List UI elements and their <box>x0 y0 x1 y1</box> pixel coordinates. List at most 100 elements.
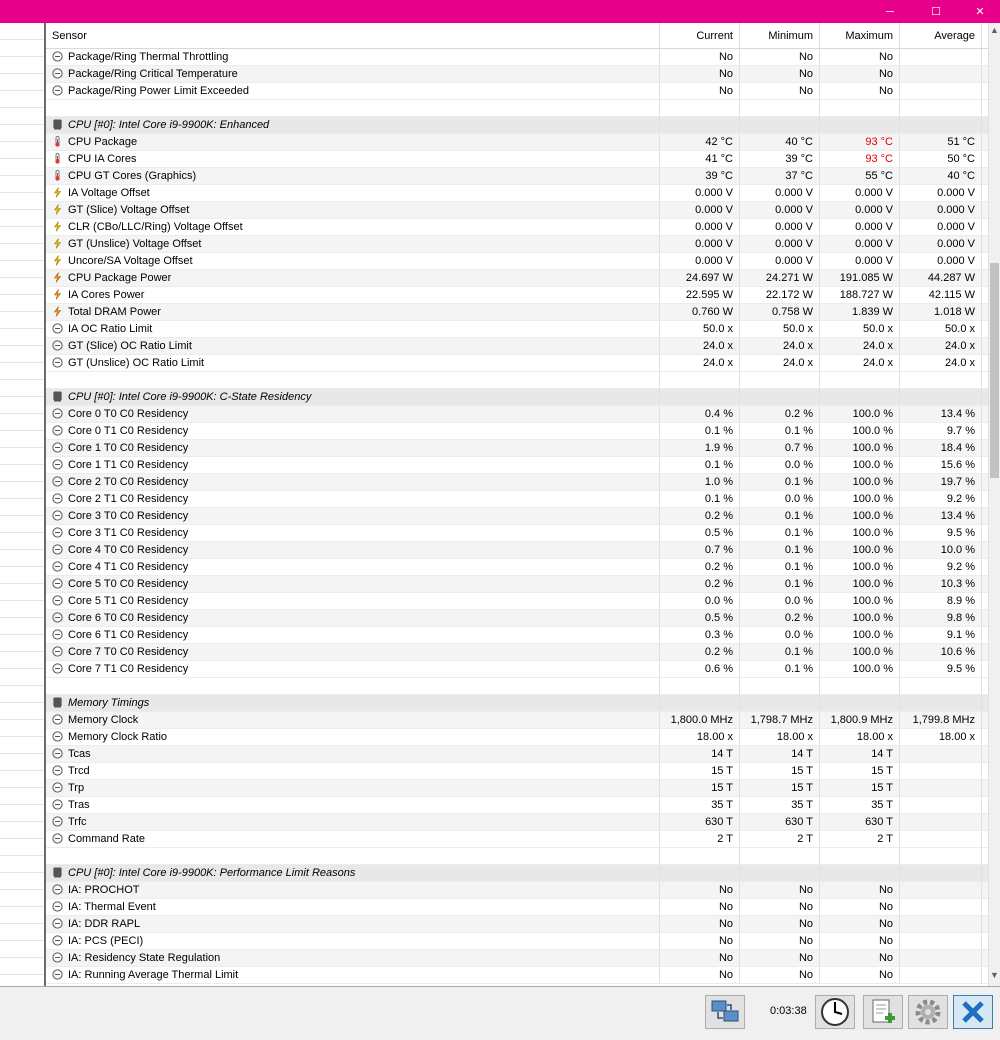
sensor-row[interactable]: Uncore/SA Voltage Offset 0.000 V 0.000 V 0.… <box>46 253 988 270</box>
sensor-row[interactable]: Core 3 T1 C0 Residency 0.5 % 0.1 % 100.0 % 9… <box>46 525 988 542</box>
maximum-value: 50.0 x <box>820 321 900 337</box>
sensor-row[interactable]: Memory Clock Ratio 18.00 x 18.00 x 18.00 x1… <box>46 729 988 746</box>
sensor-row[interactable]: Total DRAM Power 0.760 W 0.758 W 1.839 W 1.0… <box>46 304 988 321</box>
sensor-row[interactable]: IA: Running Average Thermal Limit No No No <box>46 967 988 984</box>
network-button[interactable] <box>705 995 745 1029</box>
sensor-name: Tcas <box>68 748 91 760</box>
group-header-row[interactable]: Memory Timings <box>46 695 988 712</box>
current-value: 0.6 % <box>660 661 740 677</box>
clock-button[interactable] <box>815 995 855 1029</box>
sensor-row[interactable]: IA Voltage Offset 0.000 V 0.000 V 0.000 V 0.… <box>46 185 988 202</box>
status-icon <box>52 884 63 895</box>
sensor-row[interactable]: Memory Clock 1,800.0 MHz 1,798.7 MHz 1,800.… <box>46 712 988 729</box>
minimum-value: 0.1 % <box>740 508 820 524</box>
sensor-row[interactable]: Trfc 630 T 630 T 630 T <box>46 814 988 831</box>
sensor-row[interactable]: IA: Residency State Regulation No No No <box>46 950 988 967</box>
sensor-row[interactable]: Core 5 T1 C0 Residency 0.0 % 0.0 % 100.0 % 8… <box>46 593 988 610</box>
sensor-row[interactable]: Command Rate 2 T2 T2 T <box>46 831 988 848</box>
sensor-row[interactable]: Core 0 T0 C0 Residency 0.4 % 0.2 % 100.0 % 1… <box>46 406 988 423</box>
column-header-minimum[interactable]: Minimum <box>740 23 820 48</box>
sensor-row[interactable]: Core 0 T1 C0 Residency 0.1 % 0.1 % 100.0 % 9… <box>46 423 988 440</box>
sensor-row[interactable]: Core 2 T0 C0 Residency 1.0 % 0.1 % 100.0 % 1… <box>46 474 988 491</box>
maximum-value: 2 T <box>820 831 900 847</box>
sensor-name: Core 5 T1 C0 Residency <box>68 595 189 607</box>
sensor-row[interactable]: Trp 15 T 15 T 15 T <box>46 780 988 797</box>
column-header-sensor[interactable]: Sensor <box>46 23 660 48</box>
maximum-value: 100.0 % <box>820 644 900 660</box>
group-header-row[interactable]: CPU [#0]: Intel Core i9-9900K: Performan… <box>46 865 988 882</box>
sensor-name: Core 2 T0 C0 Residency <box>68 476 189 488</box>
sensor-row[interactable]: Core 6 T0 C0 Residency 0.5 % 0.2 % 100.0 % 9… <box>46 610 988 627</box>
sensor-name: CPU Package <box>68 136 138 148</box>
status-icon <box>52 68 63 79</box>
sensor-row[interactable]: Core 4 T0 C0 Residency 0.7 % 0.1 % 100.0 % 1… <box>46 542 988 559</box>
minimum-value: 0.000 V <box>740 236 820 252</box>
maximum-value: 14 T <box>820 746 900 762</box>
sensor-row[interactable]: CPU Package Power 24.697 W 24.271 W 191.085… <box>46 270 988 287</box>
clock-icon <box>821 998 849 1026</box>
group-header-row[interactable]: CPU [#0]: Intel Core i9-9900K: Enhanced <box>46 117 988 134</box>
current-value: 0.000 V <box>660 236 740 252</box>
spacer-row <box>46 848 988 865</box>
group-header-row[interactable]: CPU [#0]: Intel Core i9-9900K: C-State R… <box>46 389 988 406</box>
scroll-down-icon[interactable]: ▼ <box>989 970 1000 984</box>
sensor-row[interactable]: IA Cores Power 22.595 W 22.172 W 188.727 W4… <box>46 287 988 304</box>
current-value: 24.697 W <box>660 270 740 286</box>
sensor-row[interactable]: Core 5 T0 C0 Residency 0.2 % 0.1 % 100.0 % 1… <box>46 576 988 593</box>
vertical-scrollbar[interactable]: ▲ ▼ <box>988 23 1000 986</box>
exit-button[interactable] <box>953 995 993 1029</box>
sensor-row[interactable]: GT (Unslice) Voltage Offset 0.000 V 0.000 … <box>46 236 988 253</box>
sensor-row[interactable]: IA: DDR RAPL No No No <box>46 916 988 933</box>
sensor-row[interactable]: CLR (CBo/LLC/Ring) Voltage Offset 0.000 V… <box>46 219 988 236</box>
sensor-row[interactable]: Core 1 T0 C0 Residency 1.9 % 0.7 % 100.0 % 1… <box>46 440 988 457</box>
scroll-up-icon[interactable]: ▲ <box>989 25 1000 39</box>
sensor-row[interactable]: Core 6 T1 C0 Residency 0.3 % 0.0 % 100.0 % 9… <box>46 627 988 644</box>
sensor-row[interactable]: CPU Package 42 °C 40 °C 93 °C 51 °C <box>46 134 988 151</box>
sensor-row[interactable]: IA OC Ratio Limit 50.0 x 50.0 x 50.0 x 50.0 … <box>46 321 988 338</box>
settings-button[interactable] <box>908 995 948 1029</box>
close-window-button[interactable]: ✕ <box>958 0 1000 23</box>
sensor-name: Core 7 T1 C0 Residency <box>68 663 189 675</box>
maximum-value: 100.0 % <box>820 627 900 643</box>
status-icon <box>52 901 63 912</box>
sensor-row[interactable]: Core 3 T0 C0 Residency 0.2 % 0.1 % 100.0 % 1… <box>46 508 988 525</box>
sensor-row[interactable]: Core 4 T1 C0 Residency 0.2 % 0.1 % 100.0 % 9… <box>46 559 988 576</box>
status-icon <box>52 493 63 504</box>
maximum-value: 100.0 % <box>820 661 900 677</box>
column-header-maximum[interactable]: Maximum <box>820 23 900 48</box>
maximum-value: 191.085 W <box>820 270 900 286</box>
minimum-value: 0.758 W <box>740 304 820 320</box>
sensor-row[interactable]: Core 7 T1 C0 Residency 0.6 % 0.1 % 100.0 % 9… <box>46 661 988 678</box>
sensor-row[interactable]: Core 7 T0 C0 Residency 0.2 % 0.1 % 100.0 % 1… <box>46 644 988 661</box>
sensor-row[interactable]: IA: Thermal Event No No No <box>46 899 988 916</box>
scrollbar-thumb[interactable] <box>990 263 999 478</box>
minimum-value: 40 °C <box>740 134 820 150</box>
sensor-row[interactable]: GT (Slice) Voltage Offset 0.000 V 0.000 V0… <box>46 202 988 219</box>
maximize-button[interactable]: ☐ <box>914 0 958 23</box>
sensor-row[interactable]: GT (Slice) OC Ratio Limit 24.0 x 24.0 x 24.… <box>46 338 988 355</box>
maximum-value: 93 °C <box>820 151 900 167</box>
sensor-row[interactable]: Tcas 14 T 14 T 14 T <box>46 746 988 763</box>
column-header-current[interactable]: Current <box>660 23 740 48</box>
average-value: 9.8 % <box>900 610 982 626</box>
minimum-value: 0.0 % <box>740 593 820 609</box>
sensor-row[interactable]: Core 2 T1 C0 Residency 0.1 % 0.0 % 100.0 % 9… <box>46 491 988 508</box>
sensor-row[interactable]: CPU IA Cores 41 °C 39 °C 93 °C 50 °C <box>46 151 988 168</box>
chip-icon <box>53 697 62 708</box>
sensor-row[interactable]: GT (Unslice) OC Ratio Limit 24.0 x 24.0 x2… <box>46 355 988 372</box>
sensor-row[interactable]: Package/Ring Critical Temperature No No No <box>46 66 988 83</box>
column-header-average[interactable]: Average <box>900 23 982 48</box>
add-report-button[interactable] <box>863 995 903 1029</box>
status-icon <box>52 323 63 334</box>
sensor-row[interactable]: IA: PCS (PECI) No No No <box>46 933 988 950</box>
sensor-row[interactable]: Core 1 T1 C0 Residency 0.1 % 0.0 % 100.0 % 1… <box>46 457 988 474</box>
minimize-button[interactable]: ─ <box>868 0 912 23</box>
sensor-row[interactable]: CPU GT Cores (Graphics) 39 °C 37 °C 55 °C 40… <box>46 168 988 185</box>
sensor-row[interactable]: Package/Ring Power Limit Exceeded No No No <box>46 83 988 100</box>
current-value: 24.0 x <box>660 338 740 354</box>
maximum-value: No <box>820 967 900 983</box>
sensor-row[interactable]: IA: PROCHOT No No No <box>46 882 988 899</box>
sensor-row[interactable]: Tras 35 T 35 T 35 T <box>46 797 988 814</box>
sensor-row[interactable]: Trcd 15 T 15 T 15 T <box>46 763 988 780</box>
sensor-row[interactable]: Package/Ring Thermal Throttling No No No <box>46 49 988 66</box>
